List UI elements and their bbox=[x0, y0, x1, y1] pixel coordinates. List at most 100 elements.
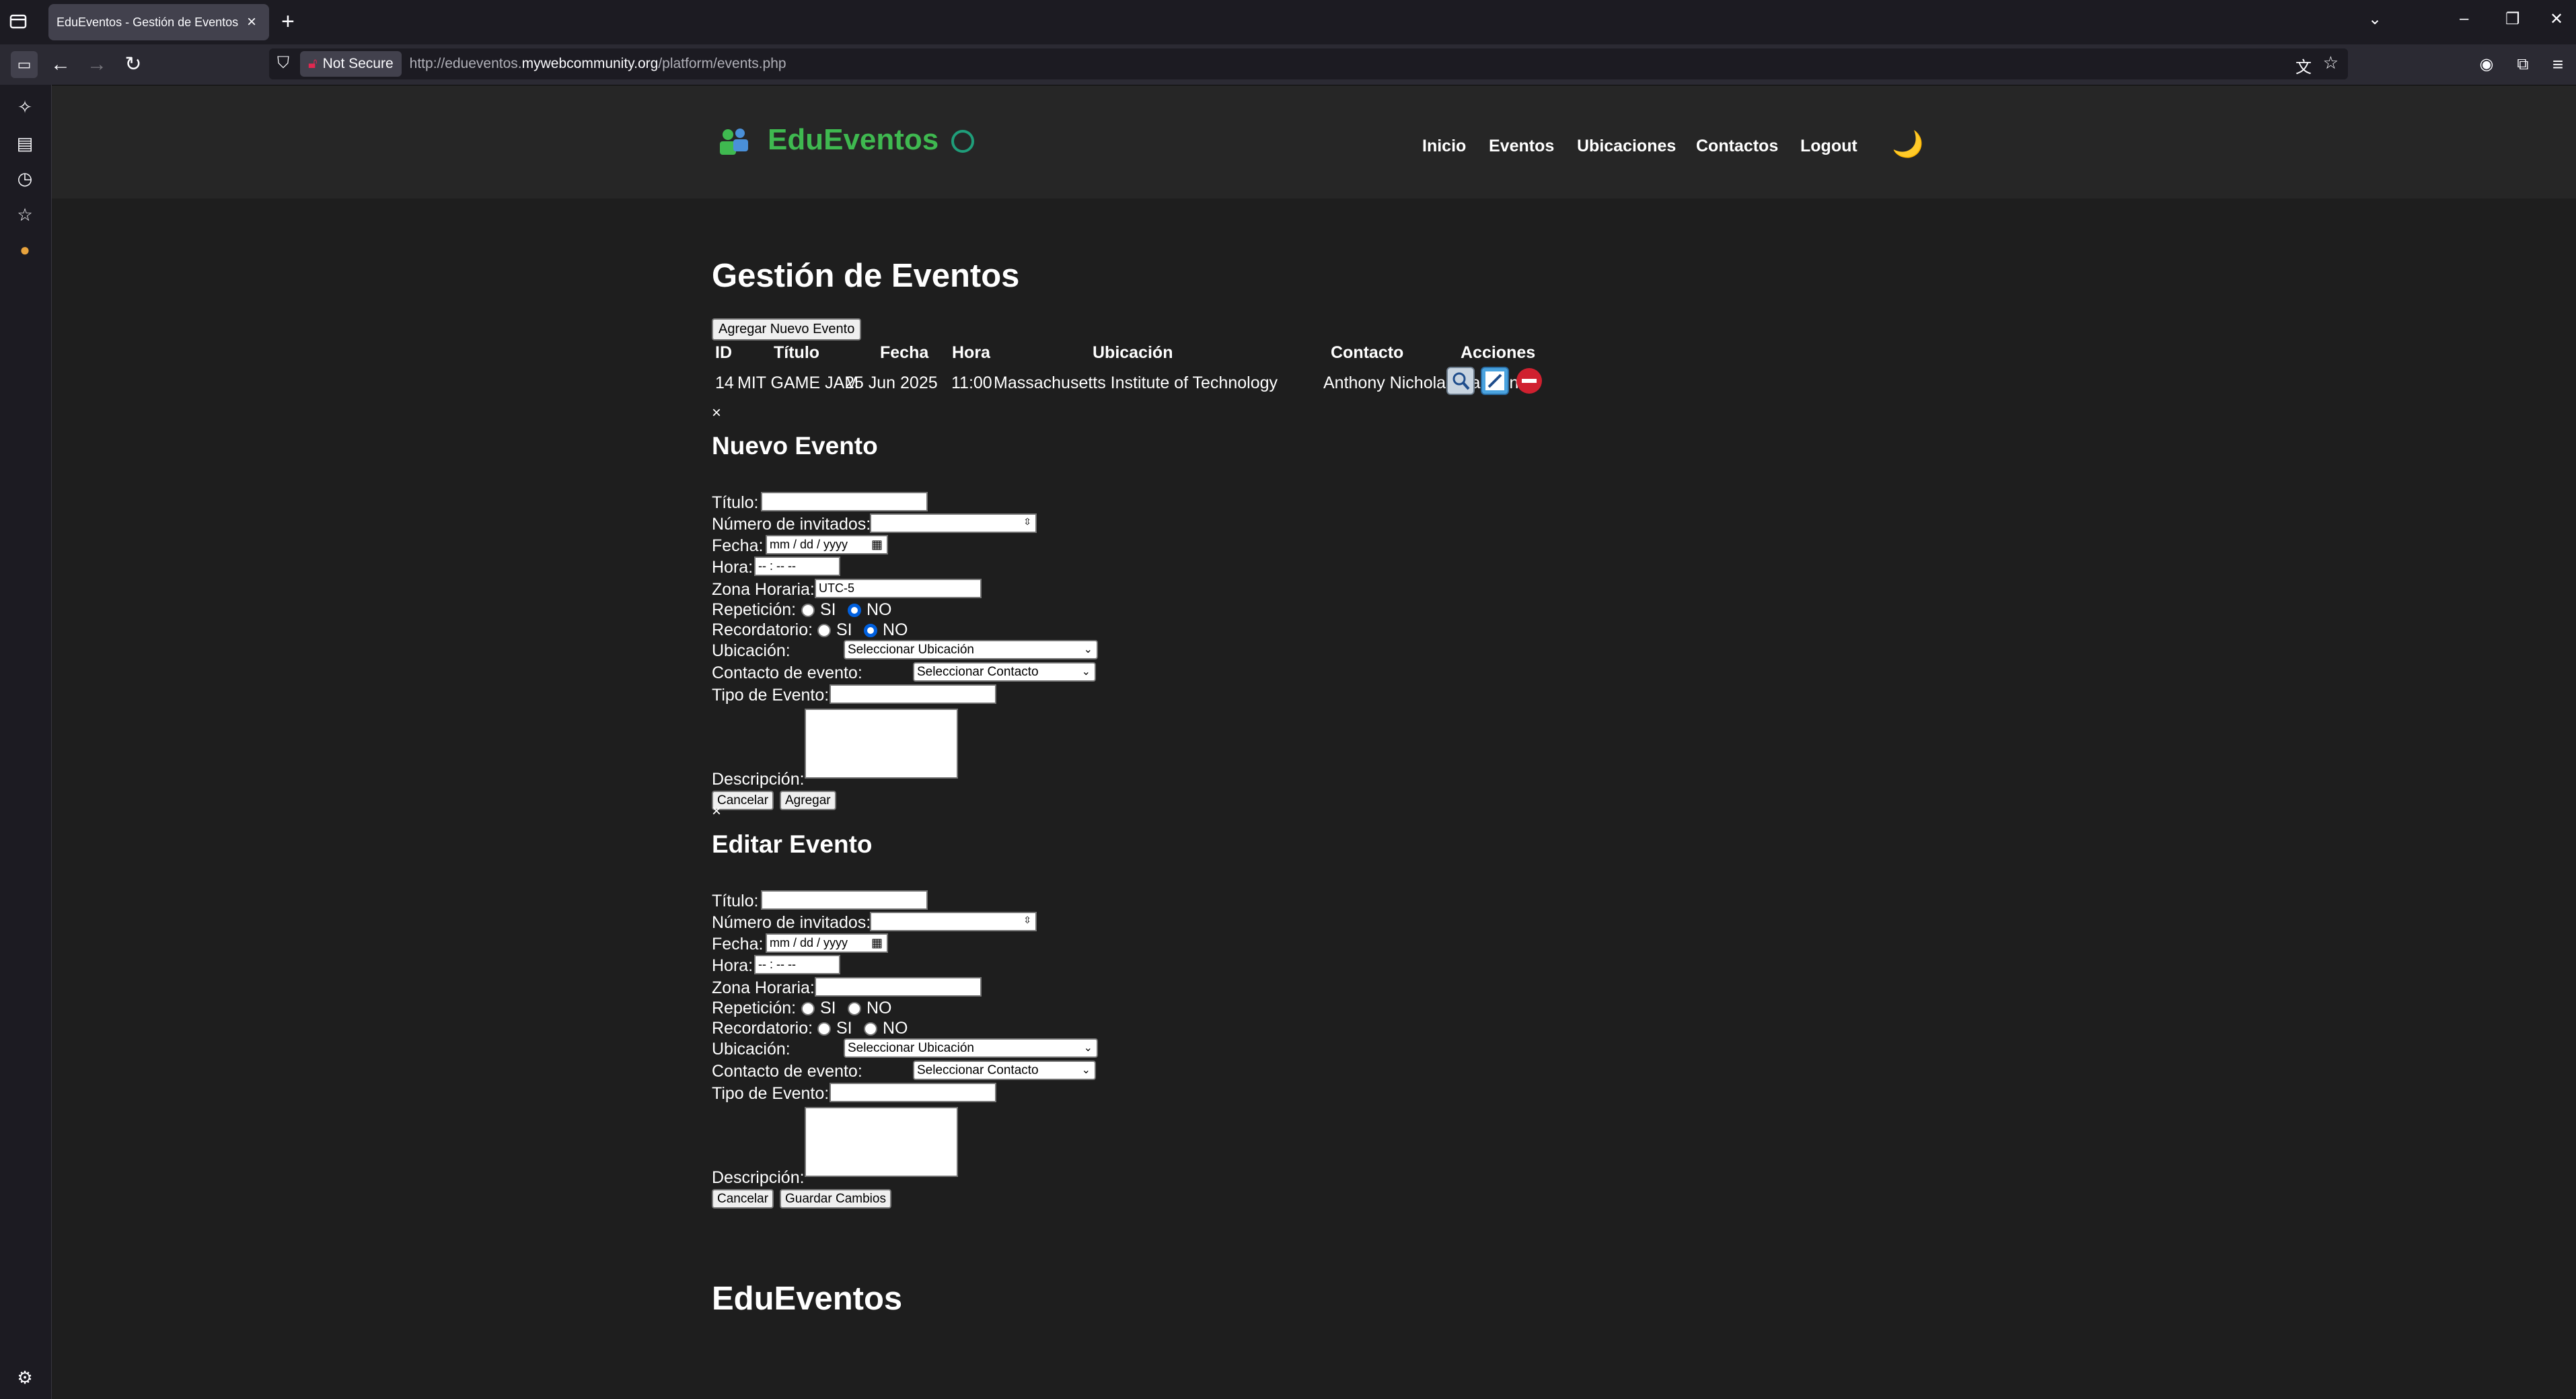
translate-icon[interactable]: 文 bbox=[2295, 54, 2312, 77]
nav-eventos[interactable]: Eventos bbox=[1489, 137, 1554, 156]
recordatorio-no-radio[interactable] bbox=[864, 624, 877, 637]
zona-label: Zona Horaria: bbox=[712, 580, 815, 599]
not-secure-badge[interactable]: 🔓︎ Not Secure bbox=[300, 51, 402, 77]
cell-id: 14 bbox=[715, 373, 734, 392]
contacto-selected: Seleccionar Contacto bbox=[917, 665, 1039, 679]
zona-input[interactable] bbox=[815, 977, 982, 997]
nav-contactos[interactable]: Contactos bbox=[1696, 137, 1778, 156]
url-prefix: http://edueventos. bbox=[409, 56, 522, 71]
account-avatar-icon[interactable]: ◉ bbox=[2473, 51, 2500, 78]
invitados-number-input[interactable]: ⇳ bbox=[870, 513, 1037, 533]
ubicacion-select[interactable]: Seleccionar Ubicación ⌄ bbox=[844, 640, 1098, 659]
restore-icon[interactable]: ❐ bbox=[2505, 9, 2520, 29]
stepper-icon[interactable]: ⇳ bbox=[1023, 912, 1031, 929]
contacto-selected: Seleccionar Contacto bbox=[917, 1063, 1039, 1077]
repeticion-no-radio[interactable] bbox=[848, 604, 861, 617]
titulo-input[interactable] bbox=[761, 890, 928, 910]
tipo-input[interactable] bbox=[830, 684, 996, 704]
url-path: /platform/events.php bbox=[658, 56, 786, 71]
zona-input[interactable]: UTC-5 bbox=[815, 579, 982, 598]
reload-icon[interactable]: ↻ bbox=[120, 51, 147, 78]
web-page: EduEventos Inicio Eventos Ubicaciones Co… bbox=[52, 85, 2576, 1399]
nav-logout[interactable]: Logout bbox=[1800, 137, 1857, 156]
settings-gear-icon[interactable]: ⚙ bbox=[13, 1366, 36, 1389]
add-event-button[interactable]: Agregar Nuevo Evento bbox=[712, 318, 862, 340]
bookmark-star-icon[interactable]: ☆ bbox=[2323, 52, 2339, 73]
brand-title[interactable]: EduEventos bbox=[768, 123, 939, 157]
fecha-date-input[interactable]: mm / dd / yyyy ▦ bbox=[766, 933, 888, 953]
nav-inicio[interactable]: Inicio bbox=[1422, 137, 1466, 156]
recordatorio-si-radio[interactable] bbox=[817, 624, 831, 637]
tipo-label: Tipo de Evento: bbox=[712, 1084, 830, 1103]
tipo-label: Tipo de Evento: bbox=[712, 686, 830, 705]
tab-list-icon[interactable] bbox=[7, 9, 31, 34]
col-id: ID bbox=[715, 343, 732, 362]
url-bar[interactable]: ⛉ 🔓︎ Not Secure http://edueventos.mywebc… bbox=[269, 48, 2348, 79]
nav-ubicaciones[interactable]: Ubicaciones bbox=[1577, 137, 1676, 156]
recordatorio-label: Recordatorio: bbox=[712, 620, 813, 639]
repeticion-si-radio[interactable] bbox=[801, 604, 815, 617]
ubicacion-select[interactable]: Seleccionar Ubicación ⌄ bbox=[844, 1038, 1098, 1058]
moon-icon[interactable]: 🌙 bbox=[1892, 130, 1923, 159]
repeticion-label: Repetición: bbox=[712, 600, 797, 619]
descripcion-textarea[interactable] bbox=[805, 1107, 958, 1177]
tipo-input[interactable] bbox=[830, 1083, 996, 1102]
edit-pencil-icon[interactable] bbox=[1481, 367, 1509, 395]
synced-tabs-icon[interactable]: ▤ bbox=[13, 132, 36, 155]
globe-icon bbox=[951, 130, 974, 153]
titulo-input[interactable] bbox=[761, 492, 928, 511]
contacto-select[interactable]: Seleccionar Contacto ⌄ bbox=[913, 662, 1096, 682]
guardar-cambios-button[interactable]: Guardar Cambios bbox=[780, 1189, 891, 1209]
ubicacion-selected: Seleccionar Ubicación bbox=[848, 1041, 974, 1055]
invitados-label: Número de invitados: bbox=[712, 913, 871, 932]
extensions-icon[interactable]: ⧉ bbox=[2509, 51, 2536, 78]
calendar-icon[interactable]: ▦ bbox=[871, 935, 883, 952]
agregar-button[interactable]: Agregar bbox=[780, 791, 836, 810]
repeticion-no-label: NO bbox=[867, 600, 892, 619]
repeticion-si-radio[interactable] bbox=[801, 1002, 815, 1015]
close-tab-icon[interactable]: × bbox=[242, 13, 261, 32]
titulo-label: Título: bbox=[712, 493, 759, 512]
invitados-number-input[interactable]: ⇳ bbox=[870, 912, 1037, 931]
ai-chatbot-icon[interactable]: ✧ bbox=[13, 96, 36, 118]
view-details-icon[interactable] bbox=[1446, 367, 1475, 395]
back-icon[interactable]: ← bbox=[47, 51, 74, 78]
close-window-icon[interactable]: ✕ bbox=[2550, 9, 2563, 29]
url-text[interactable]: http://edueventos.mywebcommunity.org/pla… bbox=[410, 56, 786, 72]
titulo-label: Título: bbox=[712, 892, 759, 910]
calendar-icon[interactable]: ▦ bbox=[871, 536, 883, 553]
recordatorio-si-radio[interactable] bbox=[817, 1022, 831, 1036]
recordatorio-no-label: NO bbox=[883, 1019, 908, 1038]
bookmarks-icon[interactable]: ☆ bbox=[13, 203, 36, 226]
cancel-edit-button[interactable]: Cancelar bbox=[712, 1189, 774, 1209]
fecha-date-input[interactable]: mm / dd / yyyy ▦ bbox=[766, 535, 888, 554]
forward-icon[interactable]: → bbox=[83, 51, 110, 78]
stepper-icon[interactable]: ⇳ bbox=[1023, 513, 1031, 530]
menu-icon[interactable]: ≡ bbox=[2544, 51, 2571, 78]
lock-warning-icon: 🔓︎ bbox=[308, 56, 318, 71]
recordatorio-si-label: SI bbox=[836, 1019, 852, 1038]
recordatorio-no-label: NO bbox=[883, 620, 908, 639]
recordatorio-no-radio[interactable] bbox=[864, 1022, 877, 1036]
hora-time-input[interactable]: -- : -- -- bbox=[754, 557, 840, 576]
close-edit-form-icon[interactable]: × bbox=[712, 802, 721, 821]
tab-overflow-icon[interactable]: ⌄ bbox=[2368, 9, 2382, 29]
site-header: EduEventos Inicio Eventos Ubicaciones Co… bbox=[52, 85, 2576, 199]
shield-icon[interactable]: ⛉ bbox=[277, 54, 289, 73]
descripcion-textarea[interactable] bbox=[805, 709, 958, 779]
repeticion-no-radio[interactable] bbox=[848, 1002, 861, 1015]
recordatorio-si-label: SI bbox=[836, 620, 852, 639]
tab-edueventos[interactable]: EduEventos - Gestión de Eventos × bbox=[48, 4, 269, 40]
hora-time-input[interactable]: -- : -- -- bbox=[754, 955, 840, 974]
sidebar-toggle-icon[interactable]: ▭ bbox=[11, 51, 38, 78]
fecha-label: Fecha: bbox=[712, 536, 764, 555]
extension-icon[interactable]: ● bbox=[13, 238, 36, 261]
history-icon[interactable]: ◷ bbox=[13, 167, 36, 190]
minimize-icon[interactable]: – bbox=[2460, 9, 2468, 28]
new-tab-button[interactable]: + bbox=[281, 8, 295, 35]
close-new-form-icon[interactable]: × bbox=[712, 404, 721, 423]
cell-ubicacion: Massachusetts Institute of Technology bbox=[994, 373, 1278, 392]
footer-brand: EduEventos bbox=[712, 1281, 903, 1317]
delete-icon[interactable] bbox=[1515, 367, 1543, 395]
contacto-select[interactable]: Seleccionar Contacto ⌄ bbox=[913, 1061, 1096, 1080]
